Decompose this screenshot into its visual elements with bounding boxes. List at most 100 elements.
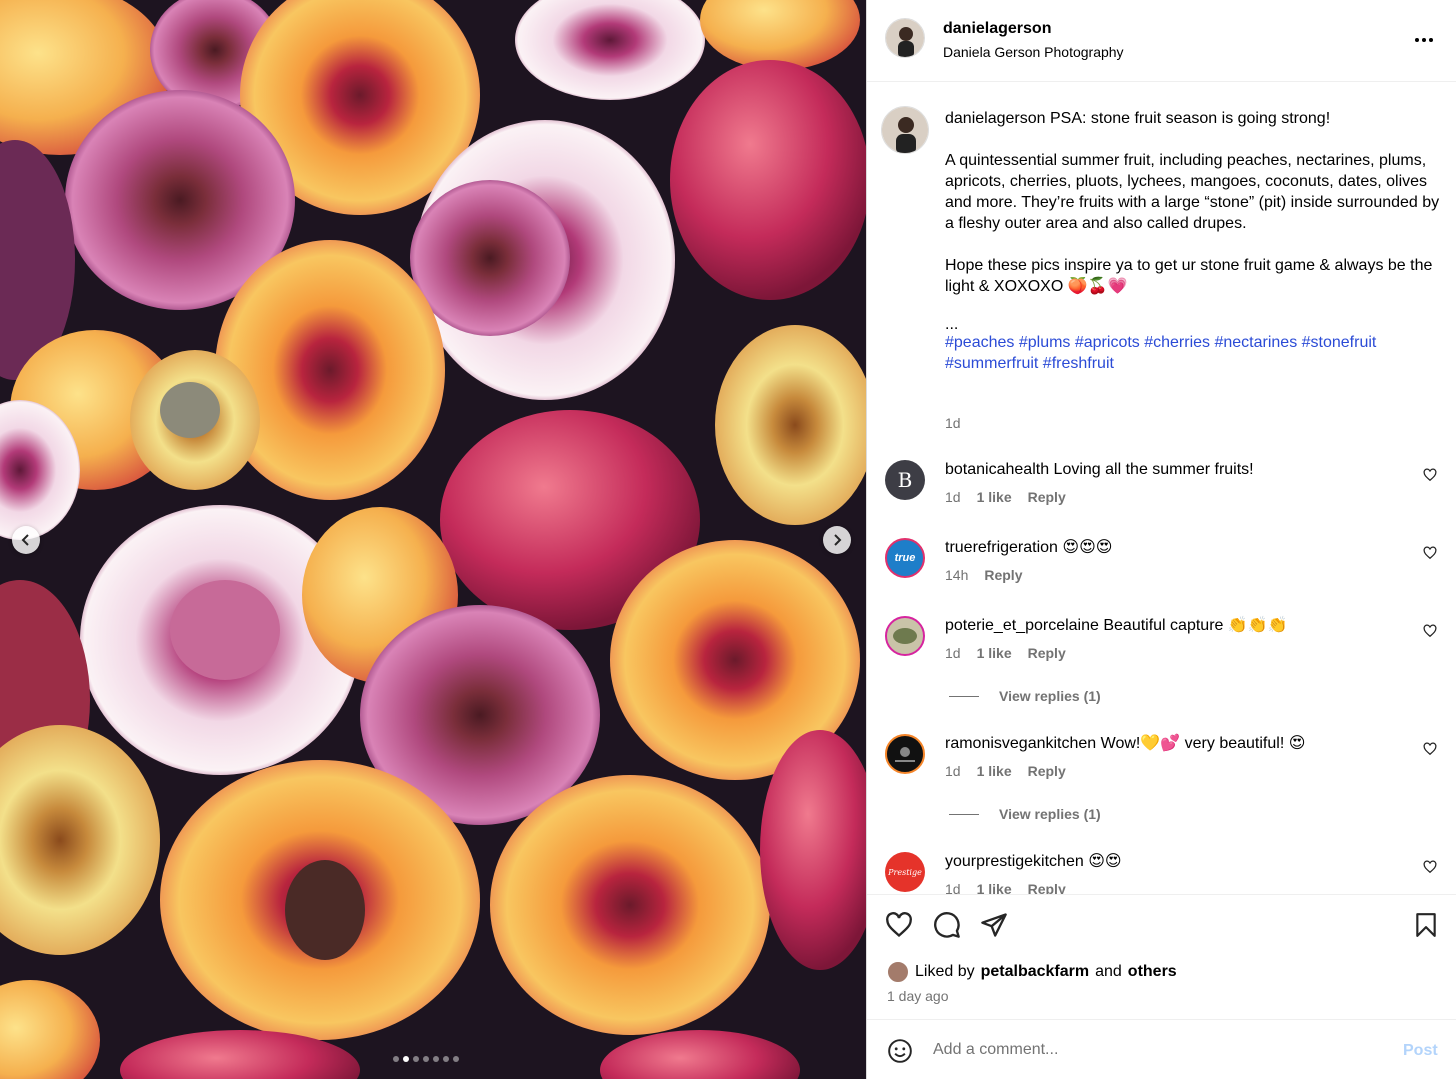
comment-username[interactable]: truerefrigeration [945, 539, 1058, 556]
post-image[interactable] [0, 0, 866, 1079]
caption-paragraph-3: Hope these pics inspire ya to get ur sto… [945, 257, 1433, 295]
comment-likes[interactable]: 1 like [977, 645, 1012, 661]
commenter-avatar[interactable]: true [885, 538, 925, 578]
carousel-dot [403, 1056, 409, 1062]
comment-username[interactable]: poterie_et_porcelaine [945, 617, 1099, 634]
comment-body: 😍😍😍 [1062, 539, 1113, 556]
carousel-dot [453, 1056, 459, 1062]
comments-scroll-area[interactable]: danielagerson PSA: stone fruit season is… [867, 82, 1456, 894]
reply-button[interactable]: Reply [984, 567, 1022, 583]
comment-text: truerefrigeration 😍😍😍 [945, 538, 1112, 558]
comment-meta: 1d 1 like Reply [945, 489, 1066, 505]
comment-meta: 14h Reply [945, 567, 1022, 583]
share-icon[interactable] [980, 911, 1008, 939]
bookmark-icon[interactable] [1413, 911, 1439, 939]
carousel-dot [413, 1056, 419, 1062]
comment-item: true truerefrigeration 😍😍😍 14h Reply [867, 538, 1456, 598]
post-side-panel: danielagerson Daniela Gerson Photography… [866, 0, 1456, 1079]
caption-hashtags[interactable]: #peaches #plums #apricots #cherries #nec… [945, 332, 1445, 374]
comment-meta: 1d 1 like Reply [945, 763, 1066, 779]
liked-by-prefix: Liked by [915, 963, 975, 980]
liked-by-user[interactable]: petalbackfarm [981, 963, 1090, 981]
author-username[interactable]: danielagerson [943, 20, 1051, 38]
commenter-avatar[interactable]: B [885, 460, 925, 500]
comment-body: Wow!💛💕 very beautiful! 😍 [1100, 735, 1306, 752]
comment-username[interactable]: yourprestigekitchen [945, 853, 1084, 870]
comment-text: ramonisvegankitchen Wow!💛💕 very beautifu… [945, 734, 1305, 754]
commenter-avatar[interactable] [885, 734, 925, 774]
reply-button[interactable]: Reply [1028, 763, 1066, 779]
commenter-avatar[interactable]: Prestige [885, 852, 925, 892]
comment-time: 1d [945, 763, 961, 779]
post-comment-button[interactable]: Post [1403, 1042, 1438, 1060]
comment-icon[interactable] [933, 911, 961, 939]
reply-button[interactable]: Reply [1028, 489, 1066, 505]
comment-text: poterie_et_porcelaine Beautiful capture … [945, 616, 1288, 636]
post-actions: Liked by petalbackfarm and others 1 day … [867, 894, 1456, 1019]
chevron-right-icon [834, 534, 842, 546]
view-replies-label: View replies (1) [999, 806, 1101, 822]
comment-time: 1d [945, 489, 961, 505]
like-comment-heart-icon[interactable] [1423, 624, 1437, 638]
comment-body: Beautiful capture 👏👏👏 [1103, 617, 1288, 634]
heart-icon[interactable] [885, 911, 913, 939]
caption-paragraph-2: A quintessential summer fruit, including… [945, 152, 1440, 232]
view-replies-button[interactable]: View replies (1) [949, 806, 1101, 822]
reply-button[interactable]: Reply [1028, 645, 1066, 661]
like-comment-heart-icon[interactable] [1423, 546, 1437, 560]
comment-text: botanicahealth Loving all the summer fru… [945, 460, 1254, 480]
stone-fruit-photo [0, 0, 866, 1079]
comment-time: 1d [945, 645, 961, 661]
comment-item: ramonisvegankitchen Wow!💛💕 very beautifu… [867, 734, 1456, 794]
caption-line1: PSA: stone fruit season is going strong! [1049, 110, 1331, 127]
post-dialog: danielagerson Daniela Gerson Photography… [0, 0, 1456, 1079]
like-comment-heart-icon[interactable] [1423, 468, 1437, 482]
comment-likes[interactable]: 1 like [977, 489, 1012, 505]
comment-time: 1d [945, 881, 961, 894]
comment-time: 14h [945, 567, 969, 583]
carousel-dot [443, 1056, 449, 1062]
emoji-icon[interactable] [887, 1038, 913, 1064]
like-comment-heart-icon[interactable] [1423, 742, 1437, 756]
carousel-prev-button[interactable] [12, 526, 40, 554]
liked-by-middle: and [1095, 963, 1122, 980]
comment-text: yourprestigekitchen 😍😍 [945, 852, 1122, 872]
chevron-left-icon [21, 534, 29, 546]
author-subtitle[interactable]: Daniela Gerson Photography [943, 44, 1124, 60]
view-replies-button[interactable]: View replies (1) [949, 688, 1101, 704]
more-options-button[interactable] [1415, 38, 1433, 42]
post-caption: danielagerson PSA: stone fruit season is… [945, 108, 1445, 374]
add-comment-input[interactable] [933, 1034, 1373, 1066]
view-replies-label: View replies (1) [999, 688, 1101, 704]
comment-likes[interactable]: 1 like [977, 763, 1012, 779]
add-comment-bar: Post [867, 1019, 1456, 1079]
carousel-indicator [393, 1056, 459, 1062]
caption-author-avatar[interactable] [881, 106, 929, 154]
carousel-dot [433, 1056, 439, 1062]
comment-meta: 1d 1 like Reply [945, 645, 1066, 661]
more-icon [1415, 38, 1433, 42]
like-comment-heart-icon[interactable] [1423, 860, 1437, 874]
comment-username[interactable]: ramonisvegankitchen [945, 735, 1096, 752]
comment-body: 😍😍 [1088, 853, 1122, 870]
replies-divider [949, 695, 979, 697]
caption-time: 1d [945, 415, 961, 431]
comment-meta: 1d 1 like Reply [945, 881, 1066, 894]
commenter-avatar[interactable] [885, 616, 925, 656]
carousel-dot [393, 1056, 399, 1062]
caption-username[interactable]: danielagerson [945, 110, 1046, 127]
reply-button[interactable]: Reply [1028, 881, 1066, 894]
comment-likes[interactable]: 1 like [977, 881, 1012, 894]
caption-ellipsis: ... [945, 316, 959, 333]
carousel-next-button[interactable] [823, 526, 851, 554]
liked-by-others[interactable]: others [1128, 963, 1177, 981]
replies-divider [949, 813, 979, 815]
liker-avatar[interactable] [887, 961, 909, 983]
author-avatar[interactable] [885, 18, 925, 58]
post-time[interactable]: 1 day ago [887, 988, 949, 1004]
comment-item: Prestige yourprestigekitchen 😍😍 1d 1 lik… [867, 852, 1456, 894]
comment-item: poterie_et_porcelaine Beautiful capture … [867, 616, 1456, 676]
post-header: danielagerson Daniela Gerson Photography [867, 0, 1456, 82]
carousel-dot [423, 1056, 429, 1062]
comment-username[interactable]: botanicahealth [945, 461, 1049, 478]
